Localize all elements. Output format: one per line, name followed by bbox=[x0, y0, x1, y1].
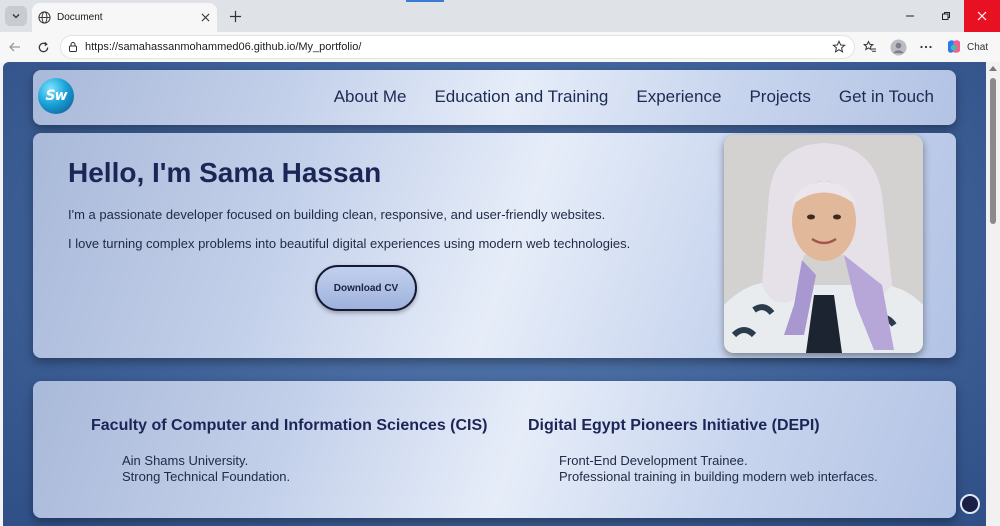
scrollbar-thumb[interactable] bbox=[990, 78, 996, 224]
tab-title: Document bbox=[57, 12, 103, 23]
education-heading: Faculty of Computer and Information Scie… bbox=[91, 417, 488, 434]
site-info-icon[interactable] bbox=[67, 41, 79, 53]
tab-list-button[interactable] bbox=[5, 6, 27, 26]
close-icon bbox=[201, 13, 209, 22]
favorite-button[interactable] bbox=[830, 38, 848, 56]
minimize-icon bbox=[906, 15, 914, 17]
profile-icon bbox=[889, 38, 907, 56]
more-button[interactable] bbox=[917, 38, 935, 56]
window-close-button[interactable] bbox=[964, 0, 1000, 32]
site-navbar: Sw About Me Education and Training Exper… bbox=[33, 70, 956, 125]
globe-icon bbox=[38, 11, 51, 24]
nav-link-projects[interactable]: Projects bbox=[749, 87, 810, 107]
plus-icon bbox=[229, 10, 241, 22]
star-icon bbox=[832, 40, 846, 53]
education-heading: Digital Egypt Pioneers Initiative (DEPI) bbox=[528, 417, 820, 434]
close-icon bbox=[977, 11, 987, 21]
more-icon bbox=[920, 45, 932, 49]
browser-address-bar: https://samahassanmohammed06.github.io/M… bbox=[0, 32, 1000, 62]
education-item: Digital Egypt Pioneers Initiative (DEPI)… bbox=[528, 417, 878, 485]
education-section: Faculty of Computer and Information Scie… bbox=[33, 381, 956, 518]
download-cv-button[interactable]: Download CV bbox=[315, 265, 417, 311]
nav-link-about[interactable]: About Me bbox=[334, 87, 407, 107]
nav-link-experience[interactable]: Experience bbox=[636, 87, 721, 107]
favorites-icon bbox=[863, 40, 876, 52]
portrait-image bbox=[724, 135, 923, 353]
hero-section: Hello, I'm Sama Hassan I'm a passionate … bbox=[33, 133, 956, 358]
page-scrollbar[interactable] bbox=[986, 62, 1000, 526]
chevron-down-icon bbox=[12, 14, 20, 19]
education-detail: Professional training in building modern… bbox=[559, 469, 878, 484]
hero-paragraph: I love turning complex problems into bea… bbox=[68, 236, 631, 251]
tab-drag-indicator bbox=[406, 0, 444, 2]
site-logo[interactable]: Sw bbox=[38, 78, 74, 114]
chat-label: Chat bbox=[967, 41, 989, 53]
education-detail: Strong Technical Foundation. bbox=[122, 469, 291, 484]
education-item: Faculty of Computer and Information Scie… bbox=[91, 417, 488, 485]
nav-links: About Me Education and Training Experien… bbox=[334, 87, 934, 107]
browser-tab[interactable]: Document bbox=[32, 3, 217, 32]
reload-icon bbox=[38, 41, 48, 52]
favorites-button[interactable] bbox=[861, 38, 879, 56]
hero-title: Hello, I'm Sama Hassan bbox=[68, 157, 382, 188]
education-detail: Ain Shams University. bbox=[122, 453, 249, 468]
scroll-up-arrow-icon[interactable] bbox=[989, 66, 997, 71]
restore-button[interactable] bbox=[928, 0, 964, 32]
back-button[interactable] bbox=[6, 38, 24, 56]
scroll-top-button[interactable] bbox=[960, 494, 980, 514]
reload-button[interactable] bbox=[34, 38, 52, 56]
profile-photo bbox=[724, 135, 923, 353]
education-detail: Front-End Development Trainee. bbox=[559, 453, 748, 468]
new-tab-button[interactable] bbox=[225, 6, 245, 26]
tab-close-button[interactable] bbox=[197, 10, 213, 26]
back-arrow-icon bbox=[9, 42, 20, 52]
browser-tab-bar: Document bbox=[0, 0, 1000, 32]
url-text[interactable]: https://samahassanmohammed06.github.io/M… bbox=[85, 41, 830, 53]
hero-paragraph: I'm a passionate developer focused on bu… bbox=[68, 207, 606, 222]
page-viewport: Sw About Me Education and Training Exper… bbox=[3, 62, 986, 526]
minimize-button[interactable] bbox=[892, 0, 928, 32]
copilot-chat-button[interactable]: Chat bbox=[945, 37, 988, 57]
url-field[interactable]: https://samahassanmohammed06.github.io/M… bbox=[60, 35, 855, 59]
copilot-icon bbox=[948, 40, 960, 53]
nav-link-contact[interactable]: Get in Touch bbox=[839, 87, 934, 107]
nav-link-education[interactable]: Education and Training bbox=[434, 87, 608, 107]
profile-button[interactable] bbox=[889, 38, 907, 56]
restore-icon bbox=[942, 12, 950, 20]
